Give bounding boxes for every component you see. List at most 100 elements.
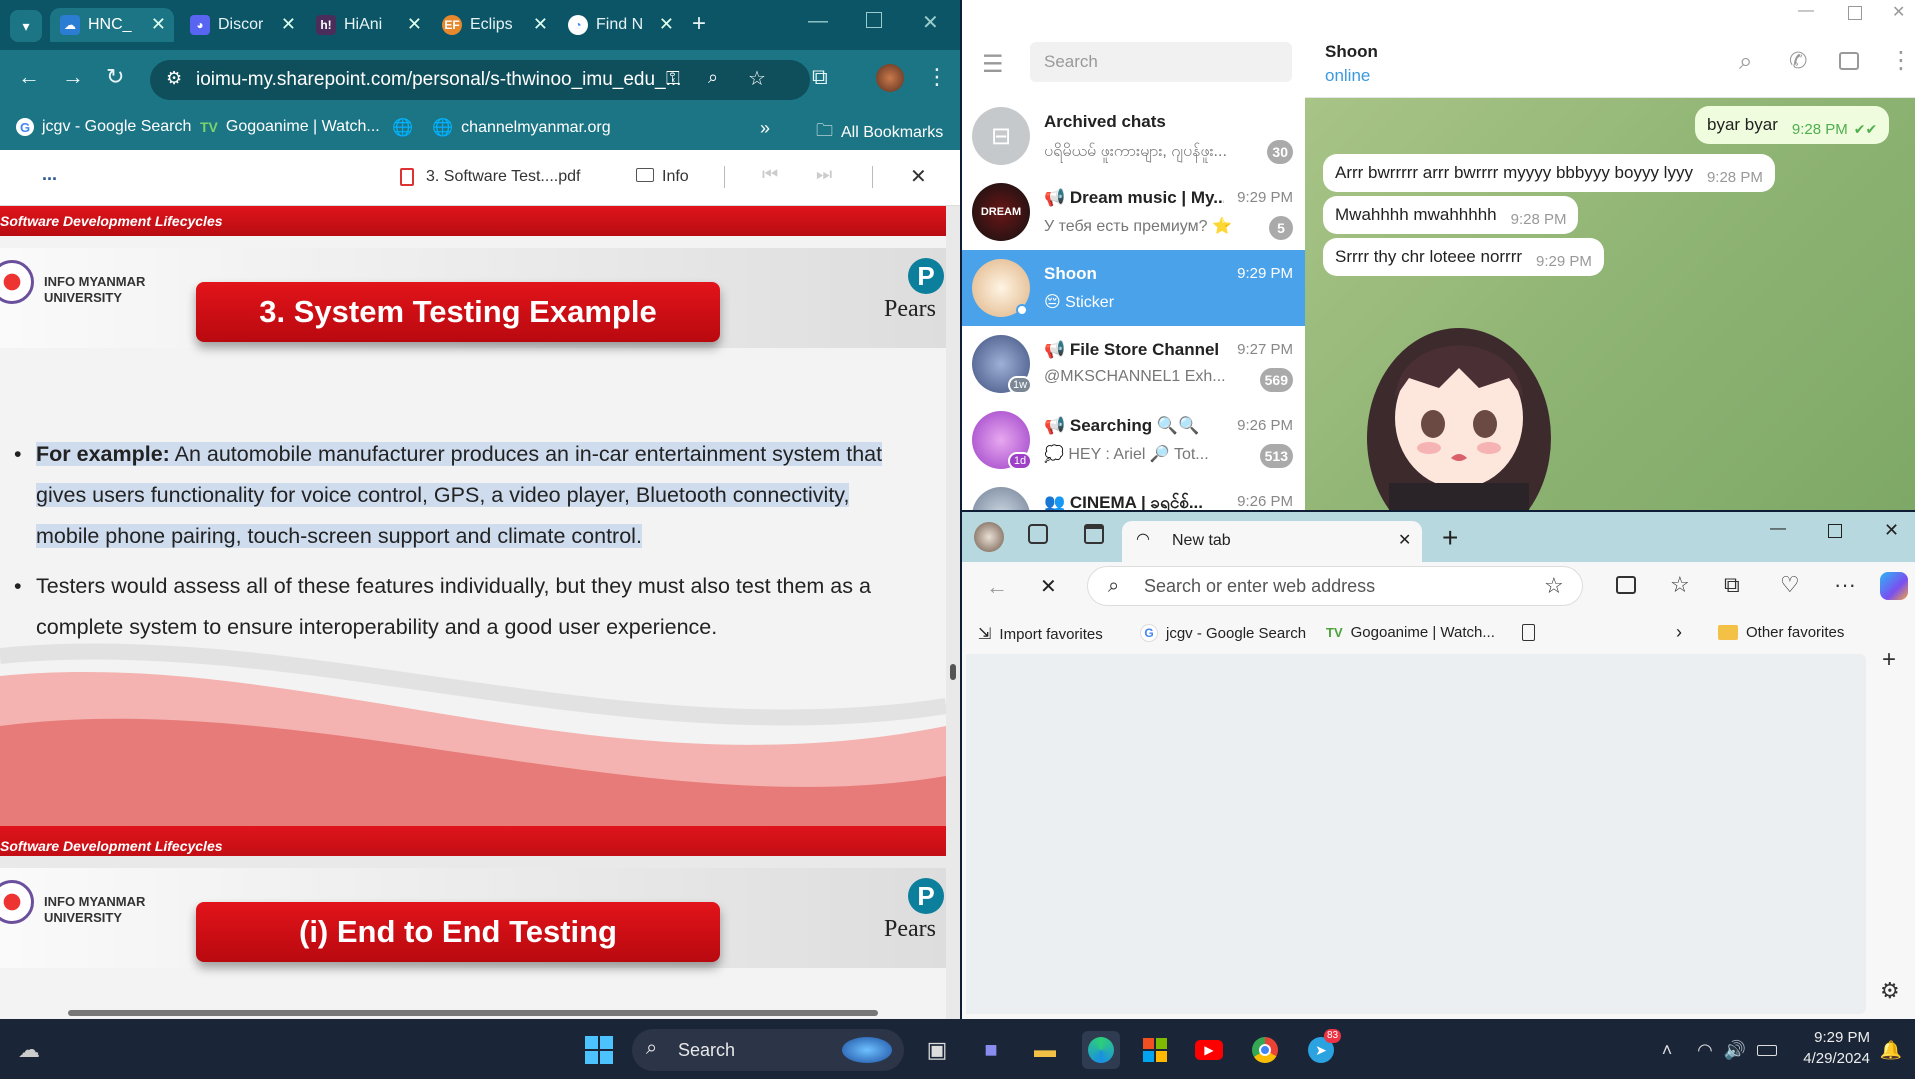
bookmark-gogoanime[interactable]: TV Gogoanime | Watch... <box>1326 624 1495 641</box>
back-arrow-icon[interactable]: ← <box>986 574 1008 600</box>
task-view-icon[interactable]: ▣ <box>918 1031 956 1069</box>
edge-taskbar-icon[interactable] <box>1082 1031 1120 1069</box>
favorites-icon[interactable]: ☆ <box>1670 572 1690 598</box>
all-bookmarks[interactable]: 🗀 All Bookmarks <box>816 118 943 147</box>
pdf-viewer[interactable]: Software Development Lifecycles INFO MYA… <box>0 206 960 1019</box>
close-tab-icon[interactable]: ✕ <box>659 14 674 35</box>
edge-tab-newtab[interactable]: ◠ New tab ✕ <box>1122 521 1422 562</box>
minimize-icon[interactable]: — <box>808 10 828 33</box>
profile-avatar[interactable] <box>974 522 1004 552</box>
maximize-icon[interactable] <box>1848 6 1862 20</box>
last-page-icon[interactable]: ⏭ <box>816 164 832 185</box>
copilot-icon[interactable] <box>1880 572 1908 600</box>
info-icon[interactable] <box>636 168 654 182</box>
teams-icon[interactable]: ■ <box>972 1031 1010 1069</box>
battery-icon[interactable] <box>1748 1031 1786 1069</box>
chat-searching[interactable]: 1d 📢 Searching 🔍🔍 9:26 PM 💭 HEY : Ariel … <box>962 402 1305 478</box>
tab-actions-icon[interactable] <box>1084 524 1104 544</box>
bookmark-gogoanime[interactable]: TV Gogoanime | Watch... <box>200 118 380 136</box>
collections-icon[interactable]: ⧉ <box>1724 572 1740 598</box>
message-out[interactable]: byar byar 9:28 PM ✔✔ <box>1695 106 1890 144</box>
close-tab-icon[interactable]: ✕ <box>281 14 296 35</box>
new-tab-button[interactable]: + <box>692 10 706 38</box>
import-favorites[interactable]: ⇲ Import favorites <box>978 624 1103 644</box>
chrome-taskbar-icon[interactable] <box>1246 1031 1284 1069</box>
close-tab-icon[interactable]: ✕ <box>151 14 166 35</box>
phone-icon[interactable]: ✆ <box>1789 48 1807 74</box>
browser-essentials-icon[interactable]: ♡ <box>1780 572 1800 598</box>
chat-cinema[interactable]: 👥 CINEMA | ခရင်စ်... 9:26 PM <box>962 478 1305 510</box>
close-tab-icon[interactable]: ✕ <box>407 14 422 35</box>
more-bookmarks-icon[interactable]: » <box>760 118 770 139</box>
site-info-icon[interactable]: ⚙ <box>166 68 182 89</box>
chat-shoon[interactable]: Shoon 9:29 PM 😔 Sticker <box>962 250 1305 326</box>
microsoft-store-icon[interactable] <box>1136 1031 1174 1069</box>
more-favorites-icon[interactable]: › <box>1676 622 1682 643</box>
message-in[interactable]: Arrr bwrrrrr arrr bwrrrr myyyy bbbyyy bo… <box>1323 154 1775 192</box>
zoom-icon[interactable]: ⌕ <box>708 67 718 88</box>
bookmark-channelmyanmar[interactable]: 🌐 channelmyanmar.org <box>432 118 611 138</box>
close-tab-icon[interactable]: ✕ <box>1398 530 1411 550</box>
close-pdf-icon[interactable]: ✕ <box>910 164 927 189</box>
start-button[interactable] <box>580 1031 618 1069</box>
tab-hianime[interactable]: h! HiAni ✕ <box>306 8 430 42</box>
telegram-taskbar-icon[interactable]: ➤ 83 <box>1302 1029 1342 1069</box>
search-icon[interactable]: ⌕ <box>1739 48 1752 76</box>
sticker-image[interactable] <box>1359 288 1559 510</box>
chat-dream-music[interactable]: DREAM 📢 Dream music | My... 9:29 PM У те… <box>962 174 1305 250</box>
globe-bookmark[interactable]: 🌐 <box>392 118 413 138</box>
notification-bell-icon[interactable]: 🔔 <box>1872 1031 1910 1069</box>
tab-search-button[interactable]: ▾ <box>10 10 42 42</box>
edge-page-content[interactable] <box>966 654 1866 1014</box>
more-icon[interactable]: ⋮ <box>1889 46 1913 75</box>
message-in[interactable]: Srrrr thy chr loteee norrrr 9:29 PM <box>1323 238 1604 276</box>
youtube-icon[interactable]: ▶ <box>1190 1031 1228 1069</box>
horizontal-scrollbar[interactable] <box>68 1010 878 1016</box>
edge-new-tab-button[interactable]: + <box>1442 522 1458 554</box>
minimize-icon[interactable]: — <box>1798 2 1814 20</box>
tab-hnc[interactable]: ☁ HNC_ ✕ <box>50 8 174 42</box>
favorite-star-icon[interactable]: ☆ <box>1544 573 1564 599</box>
split-screen-icon[interactable] <box>1616 576 1636 594</box>
bookmark-star-icon[interactable]: ☆ <box>748 66 766 91</box>
close-window-icon[interactable]: ✕ <box>1884 520 1899 541</box>
clock[interactable]: 9:29 PM 4/29/2024 <box>1790 1027 1870 1069</box>
reload-icon[interactable]: ↻ <box>106 64 124 90</box>
close-window-icon[interactable]: ✕ <box>1892 2 1905 22</box>
edge-address-bar[interactable]: ⌕ Search or enter web address ☆ <box>1087 566 1583 606</box>
taskbar-search[interactable]: ⌕ Search <box>632 1029 904 1071</box>
minimize-icon[interactable]: — <box>1770 520 1786 538</box>
tab-find[interactable]: ◔ Find N ✕ <box>558 8 682 42</box>
workspaces-icon[interactable] <box>1028 524 1048 544</box>
telegram-search-input[interactable]: Search <box>1030 42 1292 82</box>
show-hidden-icons[interactable]: ˄ <box>1648 1031 1686 1069</box>
tab-eclipse[interactable]: EF Eclips ✕ <box>432 8 556 42</box>
chat-archived[interactable]: ⊟ Archived chats ပရိမိယမ် ဖူးကားများ, ဂျ… <box>962 98 1305 174</box>
extensions-icon[interactable]: ⧉ <box>812 64 828 90</box>
pdf-more-button[interactable]: ... <box>42 164 57 185</box>
close-window-icon[interactable]: ✕ <box>922 10 939 35</box>
profile-avatar[interactable] <box>876 64 904 92</box>
add-sidebar-icon[interactable]: + <box>1882 646 1896 674</box>
stop-loading-icon[interactable]: ✕ <box>1040 574 1057 599</box>
bookmark-jcgv[interactable]: G jcgv - Google Search <box>16 118 191 136</box>
first-page-icon[interactable]: ⏮ <box>762 164 778 185</box>
hamburger-menu-icon[interactable]: ☰ <box>982 50 1004 79</box>
forward-arrow-icon[interactable]: → <box>62 64 84 90</box>
bookmark-file[interactable] <box>1522 624 1535 641</box>
chrome-menu-icon[interactable]: ⋮ <box>926 64 948 90</box>
edge-menu-icon[interactable]: ··· <box>1834 572 1856 598</box>
message-in[interactable]: Mwahhhh mwahhhhh 9:28 PM <box>1323 196 1579 234</box>
tab-discord[interactable]: ◕ Discor ✕ <box>180 8 304 42</box>
file-explorer-icon[interactable]: ▬ <box>1026 1031 1064 1069</box>
bookmark-jcgv[interactable]: G jcgv - Google Search <box>1140 624 1306 642</box>
password-key-icon[interactable]: ⚿ <box>666 68 680 89</box>
info-button[interactable]: Info <box>662 168 689 186</box>
contact-name[interactable]: Shoon <box>1325 42 1378 62</box>
chrome-address-bar[interactable]: ⚙ ioimu-my.sharepoint.com/personal/s-thw… <box>150 60 810 100</box>
close-tab-icon[interactable]: ✕ <box>533 14 548 35</box>
settings-gear-icon[interactable]: ⚙ <box>1880 978 1900 1004</box>
maximize-icon[interactable] <box>1828 524 1842 538</box>
back-arrow-icon[interactable]: ← <box>18 64 40 90</box>
maximize-icon[interactable] <box>866 12 882 28</box>
